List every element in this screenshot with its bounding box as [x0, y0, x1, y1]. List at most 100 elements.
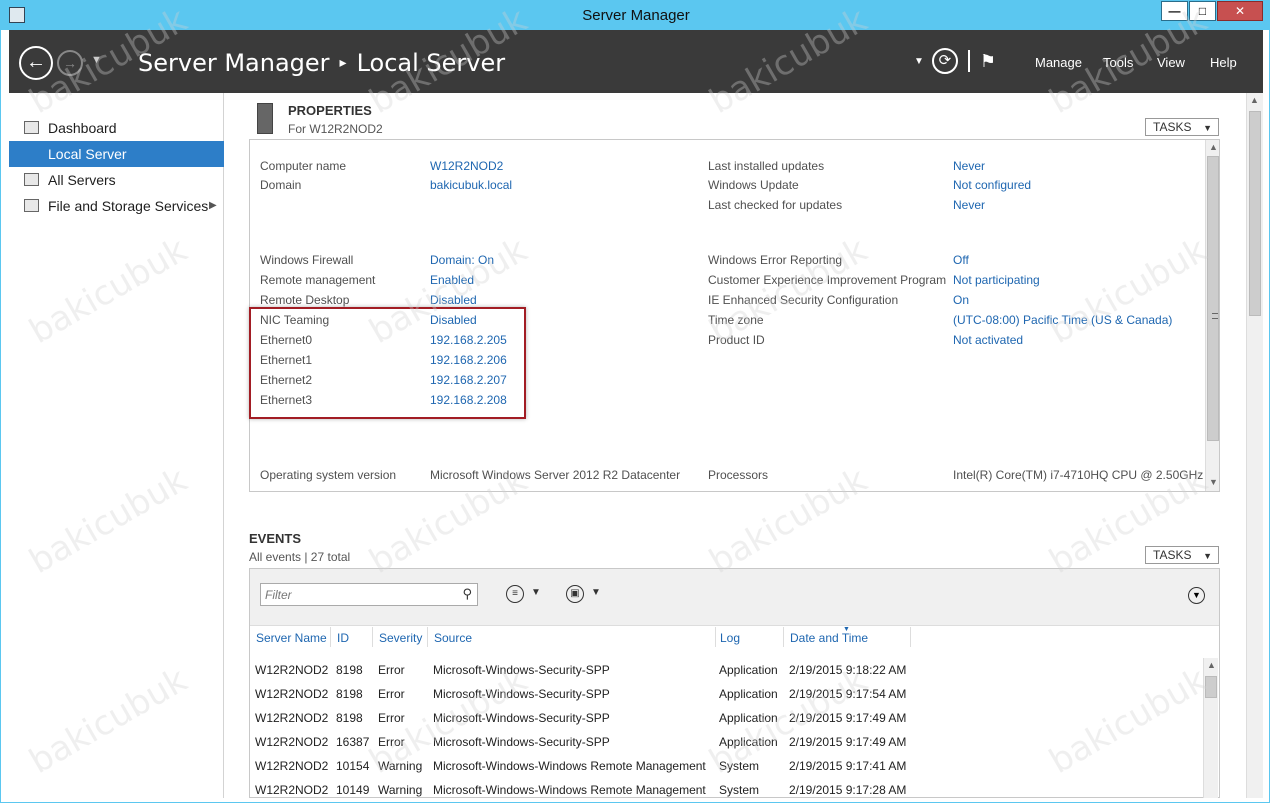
notifications-flag-icon[interactable]: ⚑ [980, 51, 996, 72]
sidebar-item-local-server[interactable]: Local Server [9, 141, 224, 167]
list-options-icon[interactable]: ≡ [506, 585, 524, 603]
properties-scrollbar[interactable]: ▲ ▼ [1205, 140, 1219, 491]
filter-input[interactable]: Filter ⚲ [260, 583, 478, 606]
refresh-icon[interactable]: ⟳ [931, 48, 958, 74]
forward-arrow-icon[interactable]: → [57, 50, 83, 76]
prop-value: Intel(R) Core(TM) i7-4710HQ CPU @ 2.50GH… [953, 468, 1204, 482]
sidebar-item-all-servers[interactable]: All Servers [9, 167, 224, 193]
cell-server: W12R2NOD2 [255, 687, 329, 701]
table-row[interactable]: W12R2NOD2 8198 Error Microsoft-Windows-S… [250, 658, 1205, 682]
prop-label: Windows Update [708, 178, 799, 192]
scroll-up-icon[interactable]: ▲ [1250, 95, 1259, 105]
chevron-right-icon[interactable]: ▶ [209, 193, 217, 219]
prop-value-link[interactable]: Not activated [953, 333, 1023, 347]
dropdown-icon[interactable]: ▼ [914, 56, 924, 67]
events-toolbar: Filter ⚲ ≡ ▼ ▣ ▼ ▼ [250, 569, 1219, 626]
prop-label: Windows Error Reporting [708, 253, 843, 267]
prop-value-link[interactable]: Disabled [430, 293, 477, 307]
minimize-button[interactable]: — [1161, 1, 1188, 21]
title-bar[interactable]: Server Manager — □ ✕ [1, 1, 1270, 30]
cell-source: Microsoft-Windows-Security-SPP [433, 663, 610, 677]
menu-manage[interactable]: Manage [1035, 55, 1082, 70]
cell-severity: Error [378, 663, 405, 677]
cell-log: Application [719, 711, 778, 725]
sidebar-item-label: All Servers [48, 172, 116, 188]
cell-server: W12R2NOD2 [255, 735, 329, 749]
table-row[interactable]: W12R2NOD2 10154 Warning Microsoft-Window… [250, 754, 1205, 778]
col-id[interactable]: ID [337, 631, 349, 645]
maximize-button[interactable]: □ [1189, 1, 1216, 21]
filter-placeholder: Filter [265, 588, 292, 602]
prop-value-link[interactable]: W12R2NOD2 [430, 159, 503, 173]
prop-value-link[interactable]: Never [953, 159, 985, 173]
prop-value-link[interactable]: bakicubuk.local [430, 178, 512, 192]
cell-source: Microsoft-Windows-Security-SPP [433, 687, 610, 701]
cell-server: W12R2NOD2 [255, 711, 329, 725]
col-log[interactable]: Log [720, 631, 740, 645]
close-button[interactable]: ✕ [1217, 1, 1263, 21]
window-title: Server Manager [582, 7, 690, 24]
col-severity[interactable]: Severity [379, 631, 422, 645]
prop-value: Microsoft Windows Server 2012 R2 Datacen… [430, 468, 681, 482]
scroll-thumb[interactable] [1207, 156, 1219, 441]
expand-icon[interactable]: ▼ [1188, 587, 1205, 604]
scroll-thumb[interactable] [1249, 111, 1261, 316]
table-row[interactable]: W12R2NOD2 8198 Error Microsoft-Windows-S… [250, 706, 1205, 730]
events-scrollbar[interactable]: ▲ [1203, 658, 1218, 798]
scroll-thumb[interactable] [1205, 676, 1217, 698]
cell-date: 2/19/2015 9:17:54 AM [789, 687, 907, 701]
prop-value-link[interactable]: Never [953, 198, 985, 212]
chevron-down-icon[interactable]: ▼ [531, 587, 541, 598]
prop-value-link[interactable]: Enabled [430, 273, 474, 287]
events-panel: Filter ⚲ ≡ ▼ ▣ ▼ ▼ Server Name ID Severi… [249, 568, 1220, 798]
col-server-name[interactable]: Server Name [256, 631, 327, 645]
scroll-up-icon[interactable]: ▲ [1207, 660, 1216, 670]
table-row[interactable]: W12R2NOD2 16387 Error Microsoft-Windows-… [250, 730, 1205, 754]
chevron-down-icon[interactable]: ▼ [591, 587, 601, 598]
prop-label: Computer name [260, 159, 347, 173]
menu-help[interactable]: Help [1210, 55, 1237, 70]
cell-severity: Error [378, 687, 405, 701]
breadcrumb-app[interactable]: Server Manager [138, 49, 330, 77]
main-content: PROPERTIES For W12R2NOD2 TASKS ▼ Computer… [225, 93, 1246, 798]
column-divider [372, 627, 373, 647]
menu-view[interactable]: View [1157, 55, 1185, 70]
cell-id: 10149 [336, 783, 370, 797]
menu-tools[interactable]: Tools [1103, 55, 1133, 70]
sidebar-item-dashboard[interactable]: Dashboard [9, 115, 224, 141]
prop-label: Last installed updates [708, 159, 825, 173]
properties-tasks-button[interactable]: TASKS ▼ [1145, 118, 1219, 136]
cell-source: Microsoft-Windows-Security-SPP [433, 711, 610, 725]
prop-value-link[interactable]: On [953, 293, 969, 307]
prop-value-link[interactable]: (UTC-08:00) Pacific Time (US & Canada) [953, 313, 1172, 327]
prop-value-link[interactable]: Off [953, 253, 969, 267]
col-source[interactable]: Source [434, 631, 472, 645]
storage-icon [24, 199, 39, 212]
history-dropdown-icon[interactable]: ▼ [91, 54, 102, 66]
scroll-up-icon[interactable]: ▲ [1209, 142, 1218, 152]
events-tasks-button[interactable]: TASKS ▼ [1145, 546, 1219, 564]
prop-value-link[interactable]: Not participating [953, 273, 1040, 287]
sidebar-item-label: Dashboard [48, 120, 117, 136]
column-divider [715, 627, 716, 647]
table-row[interactable]: W12R2NOD2 8198 Error Microsoft-Windows-S… [250, 682, 1205, 706]
col-date-time[interactable]: Date and Time [790, 631, 868, 645]
cell-severity: Error [378, 711, 405, 725]
tasks-label: TASKS [1153, 120, 1192, 134]
sidebar-item-file-storage[interactable]: File and Storage Services ▶ [9, 193, 224, 219]
prop-label: IE Enhanced Security Configuration [708, 293, 899, 307]
prop-value-link[interactable]: Not configured [953, 178, 1031, 192]
prop-label: Customer Experience Improvement Program [708, 273, 947, 287]
server-icon [257, 103, 273, 134]
prop-value-link[interactable]: Domain: On [430, 253, 494, 267]
table-row[interactable]: W12R2NOD2 10149 Warning Microsoft-Window… [250, 778, 1205, 802]
main-scrollbar[interactable]: ▲ [1246, 93, 1263, 798]
scroll-down-icon[interactable]: ▼ [1209, 477, 1218, 487]
cell-server: W12R2NOD2 [255, 663, 329, 677]
cell-log: System [719, 783, 760, 797]
search-icon[interactable]: ⚲ [462, 586, 472, 602]
prop-label: Product ID [708, 333, 765, 347]
cell-log: Application [719, 687, 778, 701]
save-query-icon[interactable]: ▣ [566, 585, 584, 603]
back-arrow-icon[interactable]: ← [19, 46, 53, 80]
